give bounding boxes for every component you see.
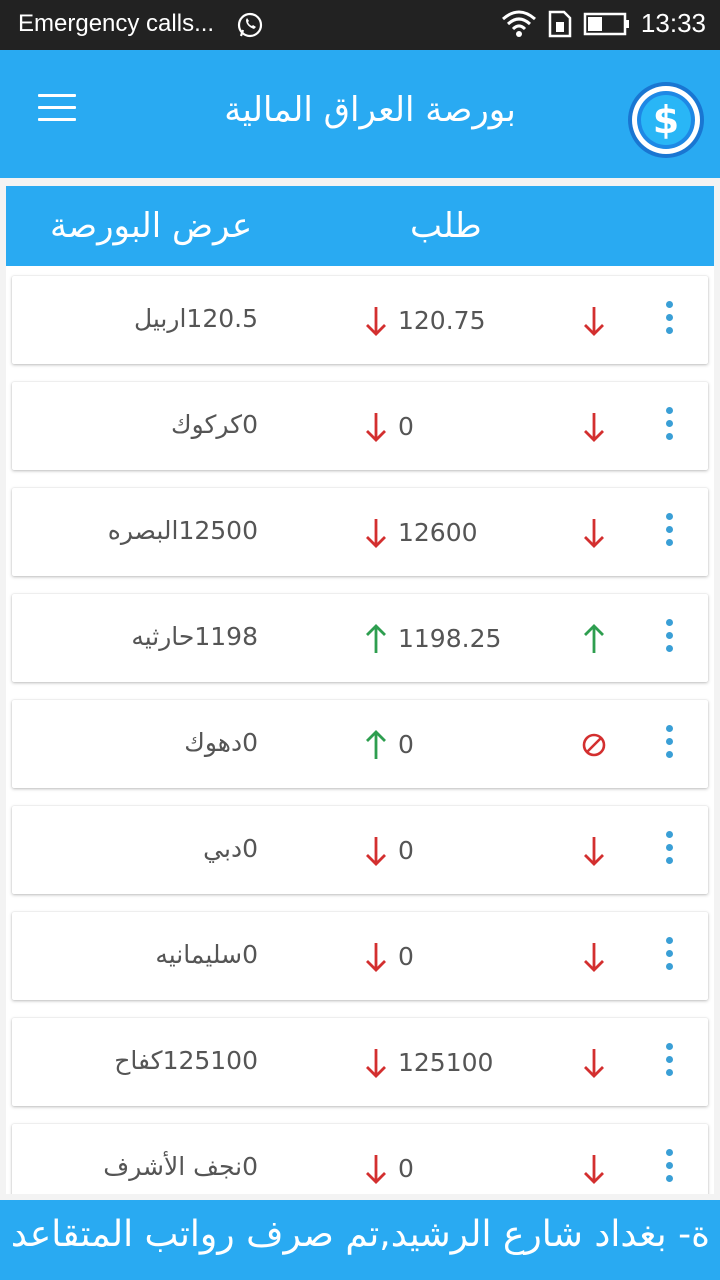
arrow-up-icon xyxy=(366,624,386,653)
app-title: بورصة العراق المالية xyxy=(224,90,516,130)
city-offer-label: 0كركوك xyxy=(170,410,258,439)
city-offer-label: 0سليمانيه xyxy=(155,940,258,969)
rate-row[interactable]: 125100كفاح 125100 xyxy=(12,1018,708,1106)
status-bar: Emergency calls... 13:33 xyxy=(0,0,720,50)
arrow-down-icon xyxy=(584,519,604,548)
city-offer-label: 12500البصره xyxy=(107,516,258,545)
arrow-down-icon xyxy=(584,943,604,972)
more-options-icon[interactable] xyxy=(662,1149,676,1189)
column-header-offer: عرض البورصة xyxy=(50,206,253,246)
bid-value: 125100 xyxy=(398,1048,494,1077)
bid-value: 0 xyxy=(398,730,414,759)
arrow-down-icon xyxy=(366,837,386,866)
more-options-icon[interactable] xyxy=(662,937,676,977)
rate-row[interactable]: 12500البصره 12600 xyxy=(12,488,708,576)
arrow-down-icon xyxy=(584,1155,604,1184)
arrow-down-icon xyxy=(584,837,604,866)
bid-value: 0 xyxy=(398,412,414,441)
bid-value: 0 xyxy=(398,836,414,865)
status-icons: 13:33 xyxy=(501,8,706,39)
table-header: عرض البورصة طلب xyxy=(6,186,714,266)
news-ticker: ة- بغداد شارع الرشيد,تم صرف رواتب المتقا… xyxy=(0,1200,720,1280)
hamburger-menu-icon[interactable] xyxy=(38,94,76,126)
arrow-down-icon xyxy=(366,519,386,548)
city-offer-label: 125100كفاح xyxy=(114,1046,258,1075)
rate-row[interactable]: 0كركوك 0 xyxy=(12,382,708,470)
arrow-down-icon xyxy=(366,307,386,336)
arrow-up-icon xyxy=(584,624,604,653)
bid-value: 1198.25 xyxy=(398,624,502,653)
arrow-down-icon xyxy=(366,413,386,442)
arrow-down-icon xyxy=(366,1049,386,1078)
rate-row[interactable]: 0نجف الأشرف 0 xyxy=(12,1124,708,1194)
arrow-up-icon xyxy=(366,730,386,759)
more-options-icon[interactable] xyxy=(662,725,676,765)
more-options-icon[interactable] xyxy=(662,831,676,871)
status-time: 13:33 xyxy=(640,8,706,38)
dollar-coin-icon: $ xyxy=(628,82,704,158)
rate-row[interactable]: 0دهوك 0 xyxy=(12,700,708,788)
rate-row[interactable]: 1198حارثيه 1198.25 xyxy=(12,594,708,682)
app-bar: بورصة العراق المالية $ xyxy=(0,50,720,178)
more-options-icon[interactable] xyxy=(662,301,676,341)
bid-value: 120.75 xyxy=(398,306,486,335)
column-header-bid: طلب xyxy=(410,206,482,246)
bid-value: 0 xyxy=(398,1154,414,1183)
ticker-text: ة- بغداد شارع الرشيد,تم صرف رواتب المتقا… xyxy=(10,1214,710,1255)
more-options-icon[interactable] xyxy=(662,513,676,553)
battery-icon xyxy=(583,12,629,35)
sim-icon xyxy=(548,10,572,37)
arrow-down-icon xyxy=(584,1049,604,1078)
whatsapp-icon xyxy=(237,12,263,38)
more-options-icon[interactable] xyxy=(662,619,676,659)
rate-row[interactable]: 0سليمانيه 0 xyxy=(12,912,708,1000)
arrow-down-icon xyxy=(584,307,604,336)
bid-value: 0 xyxy=(398,942,414,971)
no-entry-icon xyxy=(582,733,606,757)
rate-row[interactable]: 0دبي 0 xyxy=(12,806,708,894)
city-offer-label: 120.5اربيل xyxy=(133,304,258,333)
city-offer-label: 0نجف الأشرف xyxy=(103,1152,258,1181)
status-carrier-text: Emergency calls... xyxy=(18,10,215,37)
arrow-down-icon xyxy=(366,943,386,972)
arrow-down-icon xyxy=(366,1155,386,1184)
city-offer-label: 0دبي xyxy=(203,834,258,863)
wifi-icon xyxy=(501,10,536,37)
bid-value: 12600 xyxy=(398,518,478,547)
arrow-down-icon xyxy=(584,413,604,442)
more-options-icon[interactable] xyxy=(662,1043,676,1083)
city-offer-label: 0دهوك xyxy=(184,728,258,757)
rate-row[interactable]: 120.5اربيل 120.75 xyxy=(12,276,708,364)
svg-text:$: $ xyxy=(653,98,679,142)
exchange-panel: عرض البورصة طلب 120.5اربيل 120.75 0كركوك 0 1… xyxy=(6,186,714,1194)
more-options-icon[interactable] xyxy=(662,407,676,447)
city-offer-label: 1198حارثيه xyxy=(131,622,258,651)
